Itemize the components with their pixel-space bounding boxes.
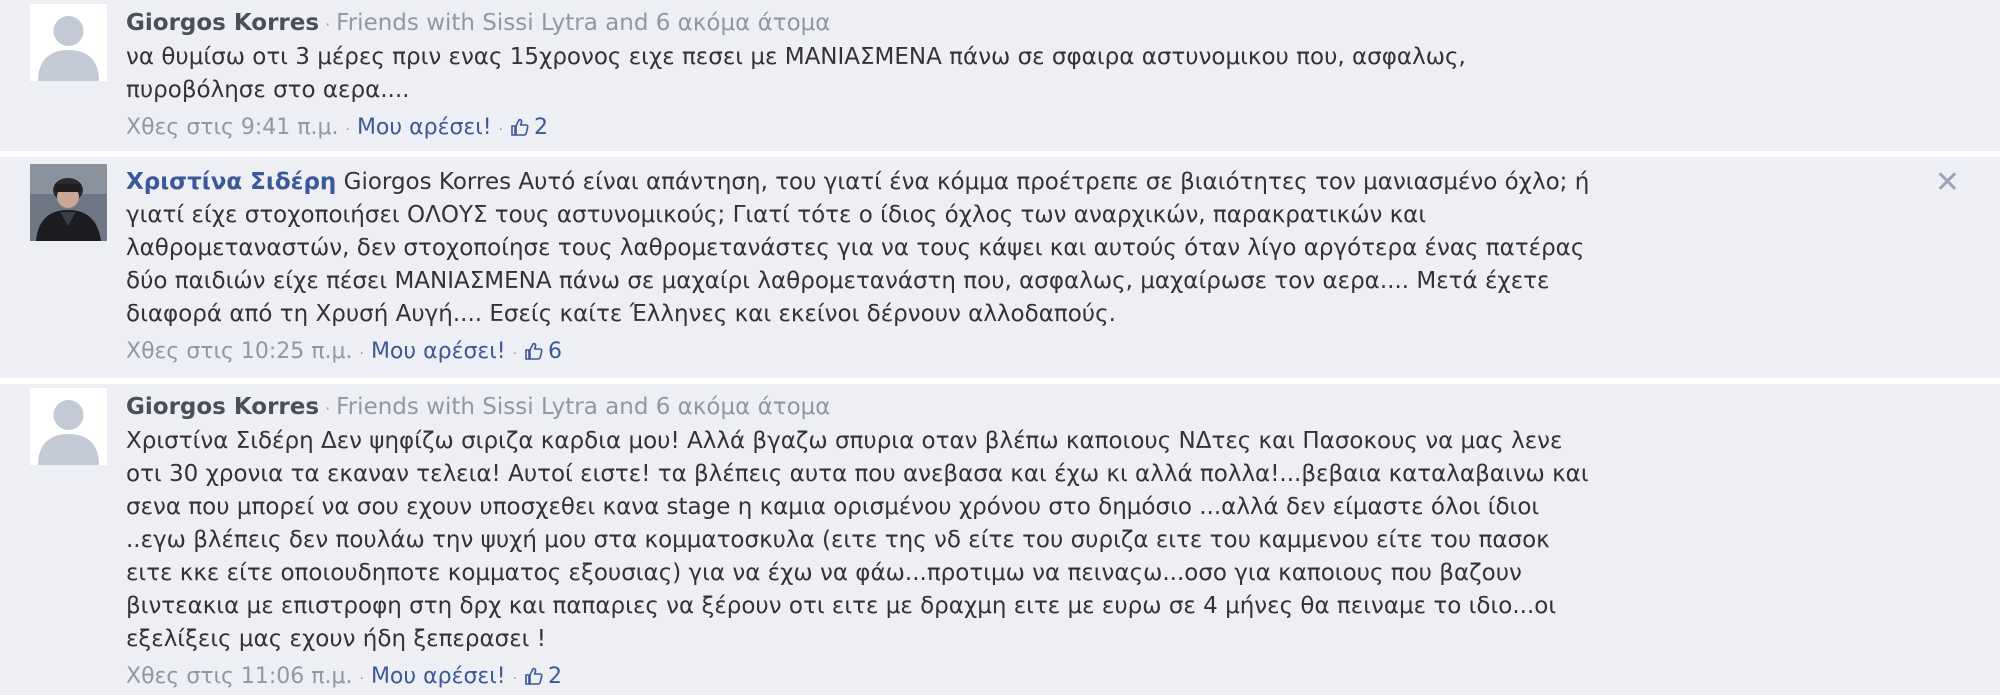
comment-text: Χριστίνα Σιδέρη Δεν ψηφίζω σιριζα καρδια… <box>126 428 1589 652</box>
comment: Giorgos Korres · Friends with Sissi Lytra … <box>0 384 2000 695</box>
timestamp[interactable]: Χθες στις 11:06 π.μ. <box>126 664 353 689</box>
comment: Giorgos Korres · Friends with Sissi Lytra … <box>0 0 2000 151</box>
comment-body: Giorgos Korres · Friends with Sissi Lytra … <box>126 391 1596 694</box>
comment-text: Χριστίνα Σιδέρη Giorgos Korres Αυτό είνα… <box>126 166 1596 331</box>
like-link[interactable]: Μου αρέσει! <box>371 339 506 364</box>
comment-body: Giorgos Korres · Friends with Sissi Lytra … <box>126 7 1596 145</box>
like-link[interactable]: Μου αρέσει! <box>371 664 506 689</box>
like-count[interactable]: 2 <box>524 664 562 689</box>
friends-info[interactable]: Friends with Sissi Lytra and 6 ακόμα άτο… <box>336 10 830 36</box>
author-name[interactable]: Giorgos Korres <box>126 10 319 36</box>
thumbs-up-icon <box>525 342 543 360</box>
comment-text: να θυμίσω οτι 3 μέρες πριν ενας 15χρονος… <box>126 44 1466 103</box>
like-count-value: 6 <box>548 339 563 364</box>
separator-dot: · <box>498 122 504 138</box>
comment-header: Giorgos Korres · Friends with Sissi Lytra … <box>126 391 1596 425</box>
like-count-value: 2 <box>534 115 549 140</box>
comment-meta: Χθες στις 10:25 π.μ. · Μου αρέσει! · 6 <box>126 337 1596 369</box>
separator-dot: · <box>359 671 364 687</box>
friends-info[interactable]: Friends with Sissi Lytra and 6 ακόμα άτο… <box>336 394 830 420</box>
separator-dot: · <box>359 346 364 362</box>
avatar[interactable] <box>30 4 107 81</box>
comment-meta: Χθες στις 11:06 π.μ. · Μου αρέσει! · 2 <box>126 662 1596 694</box>
separator-dot: · <box>325 399 331 418</box>
comment-text-content: Giorgos Korres Αυτό είναι απάντηση, του … <box>126 169 1590 327</box>
thumbs-up-icon <box>511 118 529 136</box>
timestamp[interactable]: Χθες στις 10:25 π.μ. <box>126 339 353 364</box>
separator-dot: · <box>512 346 518 362</box>
close-icon[interactable]: ✕ <box>1935 168 1960 198</box>
separator-dot: · <box>325 15 331 34</box>
profile-photo <box>30 164 107 241</box>
avatar[interactable] <box>30 388 107 465</box>
author-name[interactable]: Χριστίνα Σιδέρη <box>126 169 336 195</box>
comment-body: Χριστίνα Σιδέρη Giorgos Korres Αυτό είνα… <box>126 166 1596 369</box>
avatar[interactable] <box>30 164 107 241</box>
like-count[interactable]: 2 <box>510 115 548 140</box>
default-avatar-icon <box>30 388 107 465</box>
default-avatar-icon <box>30 4 107 81</box>
like-count[interactable]: 6 <box>524 339 562 364</box>
separator-dot: · <box>512 671 518 687</box>
comment: Χριστίνα Σιδέρη Giorgos Korres Αυτό είνα… <box>0 157 2000 378</box>
separator-dot: · <box>345 122 350 138</box>
comment-meta: Χθες στις 9:41 π.μ. · Μου αρέσει! · 2 <box>126 113 1596 145</box>
timestamp[interactable]: Χθες στις 9:41 π.μ. <box>126 115 339 140</box>
thumbs-up-icon <box>525 667 543 685</box>
like-count-value: 2 <box>548 664 563 689</box>
comment-header: Giorgos Korres · Friends with Sissi Lytra … <box>126 7 1596 41</box>
like-link[interactable]: Μου αρέσει! <box>357 115 492 140</box>
author-name[interactable]: Giorgos Korres <box>126 394 319 420</box>
